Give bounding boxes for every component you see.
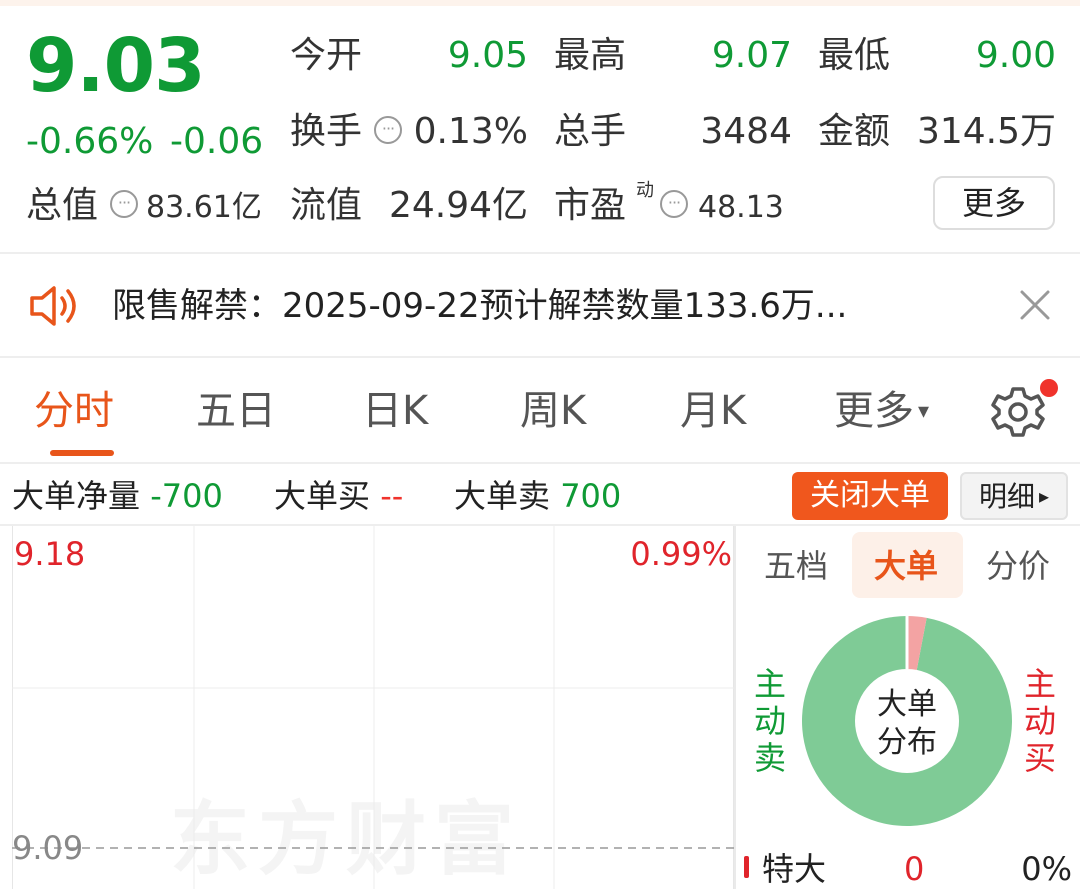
- market-cap-info-icon[interactable]: ···: [110, 190, 138, 218]
- chevron-down-icon: ▾: [918, 399, 930, 424]
- big-order-sell-label: 大单卖: [454, 477, 551, 515]
- tab-monthly-k[interactable]: 月K: [680, 384, 746, 438]
- intraday-chart[interactable]: [12, 526, 734, 889]
- active-buy-label: 主动买: [1023, 665, 1056, 777]
- more-quote-button[interactable]: 更多: [933, 176, 1055, 230]
- chevron-right-icon: ▸: [1038, 484, 1050, 508]
- low-label: 最低: [818, 35, 891, 76]
- y-axis-top-percent: 0.99%: [630, 535, 732, 573]
- float-cap-label: 流值: [290, 185, 363, 226]
- extra-large-count: 0: [904, 850, 925, 888]
- market-cap-label: 总值: [26, 185, 99, 226]
- change-amount: -0.06: [170, 121, 264, 162]
- big-order-net-label: 大单净量: [12, 477, 141, 515]
- unlock-notice-text[interactable]: 限售解禁：2025-09-22预计解禁数量133.6万...: [112, 282, 847, 330]
- tab-weekly-k[interactable]: 周K: [520, 384, 586, 438]
- donut-center-line1: 大单: [877, 687, 937, 722]
- pe-value: 48.13: [698, 190, 784, 225]
- last-price: 9.03: [26, 23, 206, 109]
- big-order-net: 大单净量 -700: [12, 474, 223, 518]
- turnover-label: 换手: [290, 111, 363, 152]
- speaker-icon: [28, 282, 84, 330]
- divider: [0, 462, 1080, 464]
- divider: [0, 356, 1080, 358]
- pe-dynamic-mark: 动: [636, 180, 654, 201]
- float-cap-value: 24.94亿: [388, 185, 528, 226]
- high-value: 9.07: [711, 35, 792, 76]
- big-order-sell: 大单卖 700: [454, 474, 621, 518]
- active-tab-indicator: [50, 450, 114, 456]
- y-axis-mid-price: 9.09: [12, 829, 84, 867]
- active-sell-label: 主动卖: [753, 665, 786, 777]
- low-value: 9.00: [975, 35, 1056, 76]
- extra-large-label: 特大: [762, 850, 827, 888]
- high-label: 最高: [554, 35, 627, 76]
- donut-center-label: 大单 分布: [856, 686, 958, 762]
- amount-label: 金额: [818, 111, 891, 152]
- close-big-order-button[interactable]: 关闭大单: [792, 472, 948, 520]
- row-color-marker: [744, 856, 749, 878]
- open-value: 9.05: [447, 35, 528, 76]
- detail-button-label: 明细: [978, 480, 1035, 513]
- big-order-net-value: -700: [150, 477, 223, 515]
- tab-daily-k[interactable]: 日K: [362, 384, 428, 438]
- donut-center-line2: 分布: [877, 725, 937, 760]
- subtab-five-levels[interactable]: 五档: [764, 544, 828, 588]
- y-axis-top-price: 9.18: [14, 535, 86, 573]
- big-order-buy: 大单买 --: [274, 474, 403, 518]
- subtab-price-split[interactable]: 分价: [986, 544, 1050, 588]
- big-order-sell-value: 700: [560, 477, 622, 515]
- big-order-buy-value: --: [380, 477, 404, 515]
- volume-value: 3484: [700, 111, 792, 152]
- pe-label: 市盈: [554, 185, 627, 226]
- volume-label: 总手: [554, 111, 627, 152]
- change-percent: -0.66%: [26, 121, 154, 162]
- gear-icon[interactable]: [990, 384, 1046, 440]
- market-cap-value: 83.61亿: [146, 190, 262, 225]
- divider: [0, 252, 1080, 254]
- panel-divider: [734, 526, 736, 889]
- detail-button[interactable]: 明细 ▸: [960, 472, 1068, 520]
- tab-five-day[interactable]: 五日: [196, 384, 276, 438]
- extra-large-percent: 0%: [1021, 850, 1072, 888]
- tab-more[interactable]: 更多 ▾: [834, 384, 929, 439]
- big-order-buy-label: 大单买: [274, 477, 371, 515]
- tab-more-label: 更多: [834, 388, 914, 434]
- close-notice-icon[interactable]: [1018, 288, 1052, 322]
- open-label: 今开: [290, 35, 363, 76]
- subtab-big-order[interactable]: 大单: [874, 544, 938, 588]
- turnover-value: 0.13%: [413, 111, 528, 152]
- tab-intraday[interactable]: 分时: [34, 384, 114, 438]
- top-strip: [0, 0, 1080, 6]
- notification-dot: [1040, 379, 1058, 397]
- turnover-info-icon[interactable]: ···: [374, 116, 402, 144]
- pe-info-icon[interactable]: ···: [660, 190, 688, 218]
- amount-value: 314.5万: [916, 111, 1056, 152]
